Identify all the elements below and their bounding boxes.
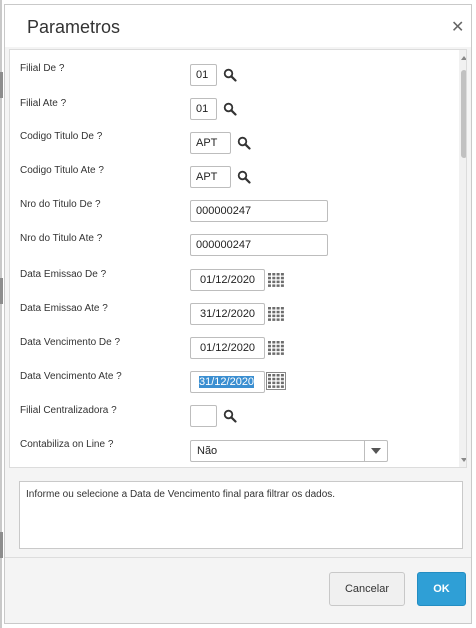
parameters-dialog: Parametros ✕ Filial De ? 01 Filial Ate ?… bbox=[4, 4, 472, 624]
field-label-data-vencimento-ate: Data Vencimento Ate ? bbox=[20, 371, 122, 382]
scroll-down-icon[interactable] bbox=[461, 458, 467, 462]
field-label-nro-titulo-de: Nro do Titulo De ? bbox=[20, 199, 101, 210]
data-emissao-de-input[interactable]: 01/12/2020 bbox=[190, 269, 265, 291]
filial-centralizadora-input[interactable] bbox=[190, 405, 217, 427]
filial-ate-input[interactable]: 01 bbox=[190, 98, 217, 120]
field-label-codigo-titulo-ate: Codigo Titulo Ate ? bbox=[20, 165, 104, 176]
field-label-data-emissao-ate: Data Emissao Ate ? bbox=[20, 303, 108, 314]
calendar-icon[interactable] bbox=[268, 307, 284, 321]
contabiliza-on-line-select[interactable]: Não bbox=[190, 440, 388, 462]
parameters-form: Filial De ? 01 Filial Ate ? 01 Codigo Ti… bbox=[9, 49, 467, 468]
field-label-nro-titulo-ate: Nro do Titulo Ate ? bbox=[20, 233, 103, 244]
selected-date-text: 31/12/2020 bbox=[199, 376, 255, 388]
calendar-icon[interactable] bbox=[268, 341, 284, 355]
dialog-titlebar: Parametros ✕ bbox=[5, 5, 471, 47]
search-icon[interactable] bbox=[223, 68, 237, 82]
background-window-marker bbox=[0, 532, 3, 558]
footer-divider bbox=[5, 557, 471, 558]
codigo-titulo-de-input[interactable]: APT bbox=[190, 132, 231, 154]
calendar-icon[interactable] bbox=[268, 273, 284, 287]
nro-titulo-de-input[interactable]: 000000247 bbox=[190, 200, 328, 222]
filial-de-input[interactable]: 01 bbox=[190, 64, 217, 86]
ok-button[interactable]: OK bbox=[417, 572, 466, 606]
help-text-box: Informe ou selecione a Data de Venciment… bbox=[19, 481, 463, 549]
search-icon[interactable] bbox=[223, 102, 237, 116]
cancel-button[interactable]: Cancelar bbox=[329, 572, 405, 606]
data-vencimento-de-input[interactable]: 01/12/2020 bbox=[190, 337, 265, 359]
field-label-codigo-titulo-de: Codigo Titulo De ? bbox=[20, 131, 103, 142]
search-icon[interactable] bbox=[223, 409, 237, 423]
dialog-title: Parametros bbox=[27, 17, 121, 37]
field-label-filial-de: Filial De ? bbox=[20, 63, 65, 74]
close-icon[interactable]: ✕ bbox=[451, 17, 464, 37]
field-label-contabiliza-on-line: Contabiliza on Line ? bbox=[20, 439, 114, 450]
select-value: Não bbox=[197, 445, 218, 457]
search-icon[interactable] bbox=[237, 136, 251, 150]
data-vencimento-ate-input[interactable]: 31/12/2020 bbox=[190, 371, 265, 393]
background-window-marker bbox=[0, 72, 3, 98]
chevron-down-icon[interactable] bbox=[364, 441, 387, 461]
data-emissao-ate-input[interactable]: 31/12/2020 bbox=[190, 303, 265, 325]
field-label-filial-ate: Filial Ate ? bbox=[20, 98, 67, 109]
codigo-titulo-ate-input[interactable]: APT bbox=[190, 166, 231, 188]
scroll-up-icon[interactable] bbox=[461, 56, 467, 60]
field-label-data-emissao-de: Data Emissao De ? bbox=[20, 269, 107, 280]
search-icon[interactable] bbox=[237, 170, 251, 184]
calendar-icon[interactable] bbox=[266, 372, 286, 390]
field-label-filial-centralizadora: Filial Centralizadora ? bbox=[20, 405, 117, 416]
nro-titulo-ate-input[interactable]: 000000247 bbox=[190, 234, 328, 256]
form-scrollbar[interactable] bbox=[459, 50, 467, 467]
background-window-marker bbox=[0, 278, 3, 304]
field-label-data-vencimento-de: Data Vencimento De ? bbox=[20, 337, 121, 348]
scroll-thumb[interactable] bbox=[461, 70, 466, 158]
